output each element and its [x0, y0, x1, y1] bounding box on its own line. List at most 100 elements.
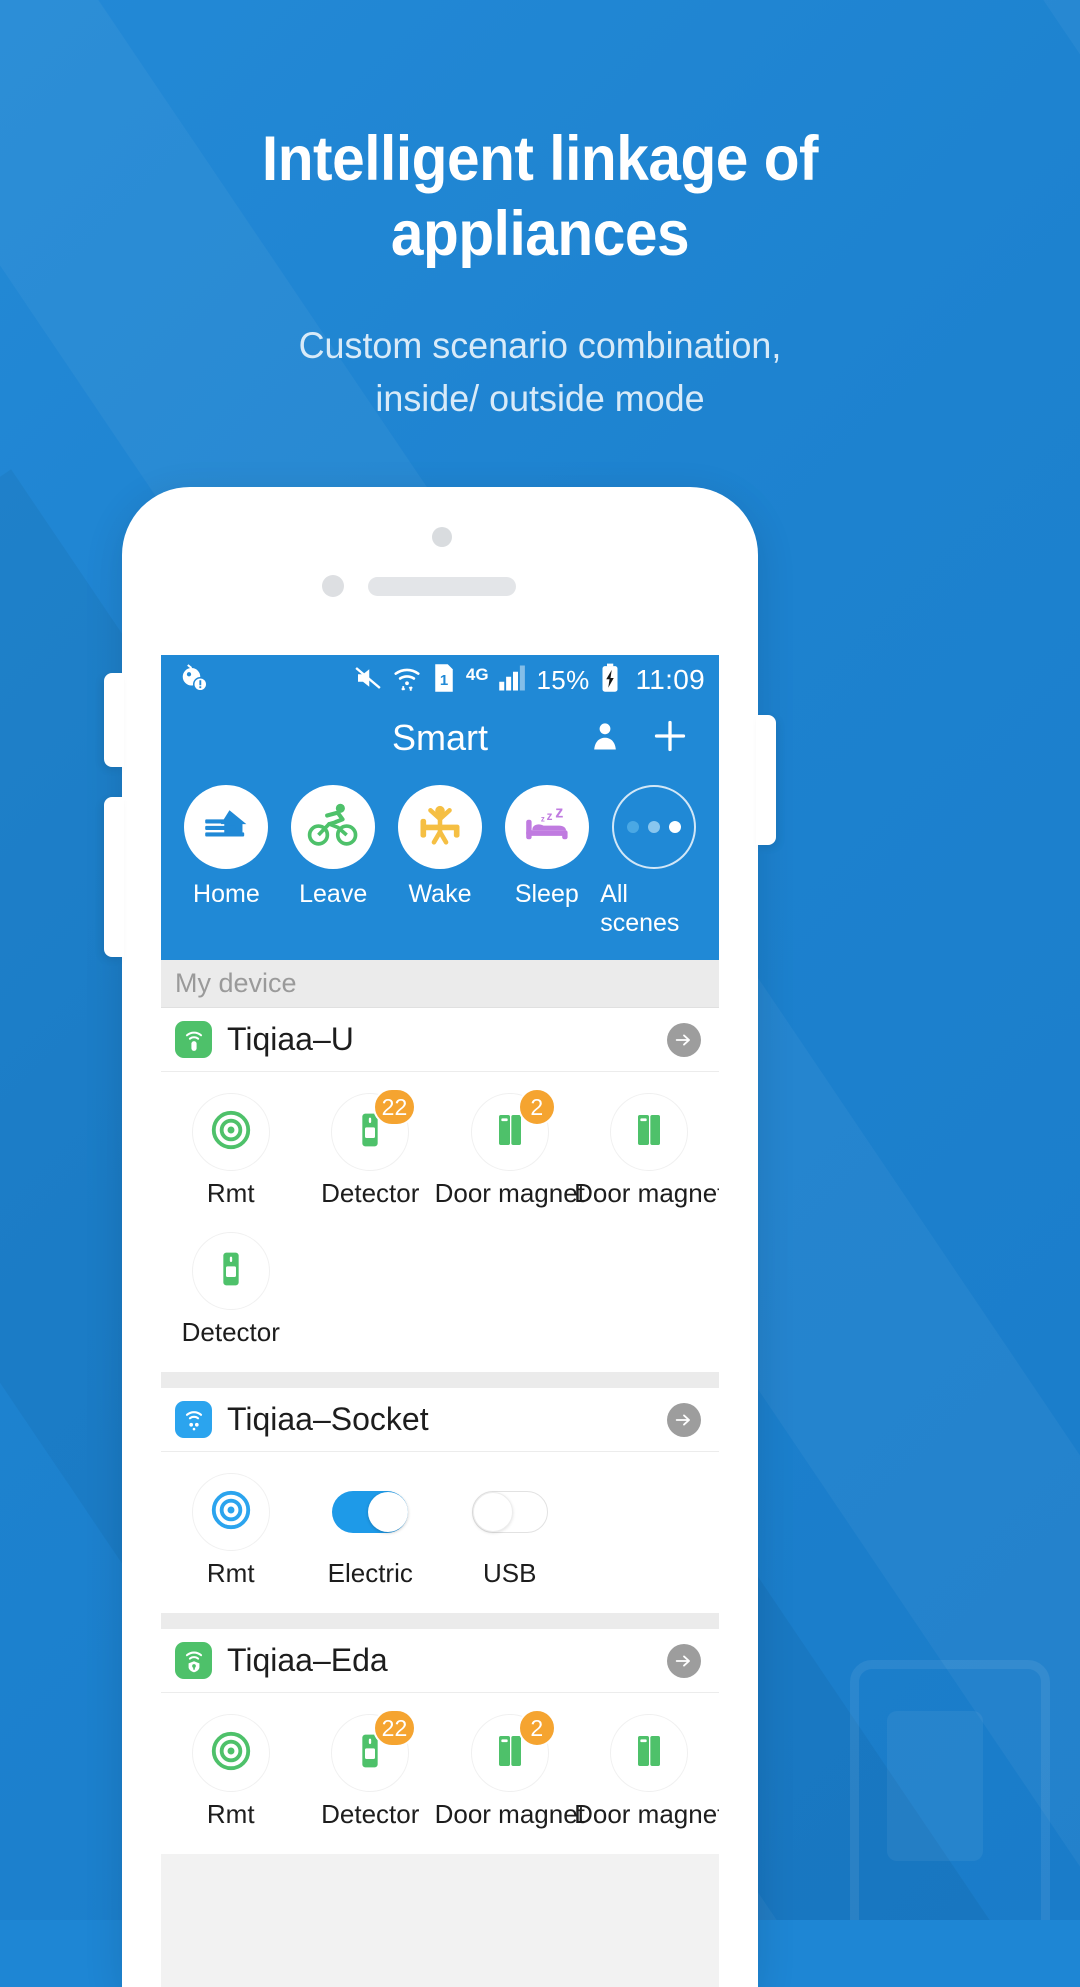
item-icon-wrapper [610, 1714, 689, 1792]
target-icon [209, 1729, 253, 1778]
device-item-door-magnet[interactable]: 2 Door magnet [435, 1705, 585, 1844]
scene-icon-wrapper [291, 785, 376, 869]
device-item-door-magnet[interactable]: 2 Door magnet [435, 1084, 585, 1223]
alarm-warning-icon [179, 663, 209, 698]
wifi-icon [392, 663, 422, 698]
scene-icon-wrapper [184, 785, 269, 869]
device-item-grid: Rmt 22 Detector 2 Door magnet Door magne… [161, 1693, 719, 1854]
scene-shortcut-bar: Home Leave Wake z z z Sleep All scenes [161, 771, 719, 960]
scene-item-all-scenes[interactable]: All scenes [600, 785, 707, 938]
section-header-my-device: My device [161, 960, 719, 1008]
scene-icon-wrapper [397, 785, 482, 869]
door-magnet-icon [629, 1731, 669, 1776]
section-divider [161, 1613, 719, 1629]
status-bar: 1 4G 15% 11:09 [161, 655, 719, 705]
battery-percent-label: 15% [536, 664, 590, 695]
device-item-detector[interactable]: 22 Detector [301, 1084, 441, 1223]
usb-toggle[interactable] [471, 1491, 548, 1533]
item-icon-wrapper: 2 [470, 1709, 556, 1792]
cyclist-icon [307, 799, 359, 856]
item-label: Detector [181, 1317, 280, 1347]
house-icon [200, 799, 252, 856]
status-bar-right-group: 1 4G 15% 11:09 [353, 663, 705, 698]
item-icon-wrapper: 22 [331, 1088, 417, 1171]
scene-icon-wrapper: z z z [504, 785, 589, 869]
arrow-right-icon[interactable] [667, 1402, 701, 1437]
proximity-sensor-icon [322, 575, 344, 597]
device-item-rmt[interactable]: Rmt [161, 1705, 301, 1844]
device-item-door-magnet[interactable]: Door magnet [574, 1084, 719, 1223]
socket-signal-icon [175, 1401, 212, 1438]
item-label: Rmt [206, 1558, 255, 1588]
electric-toggle[interactable] [332, 1491, 409, 1533]
more-dots-icon [626, 821, 681, 833]
device-item-detector[interactable]: Detector [161, 1223, 301, 1362]
device-header[interactable]: Tiqiaa–Socket [161, 1388, 719, 1452]
power-button [104, 797, 124, 957]
item-label: Rmt [206, 1799, 255, 1829]
item-badge: 2 [517, 1088, 556, 1126]
svg-text:1: 1 [440, 671, 448, 688]
phone-mockup: 1 4G 15% 11:09 Smart Home Leave Wake z z… [104, 487, 776, 1987]
item-icon-wrapper [191, 1232, 270, 1310]
shield-signal-icon [175, 1642, 212, 1679]
scene-label: Sleep [514, 880, 579, 908]
ghost-phone-graphic [850, 1660, 1050, 1920]
clock-label: 11:09 [635, 664, 705, 695]
item-label: Detector [321, 1178, 420, 1208]
device-item-grid: Rmt 22 Detector 2 Door magnet Door magne… [161, 1072, 719, 1372]
side-button-right [756, 715, 776, 845]
remote-signal-icon [175, 1021, 212, 1058]
app-bar-actions [587, 717, 719, 760]
device-item-grid: Rmt Electric USB [161, 1452, 719, 1613]
scene-item-home[interactable]: Home [173, 785, 280, 938]
scene-label: Home [193, 880, 260, 908]
arrow-right-icon[interactable] [667, 1643, 701, 1678]
signal-icon [498, 664, 528, 697]
device-header[interactable]: Tiqiaa–Eda [161, 1629, 719, 1693]
arrow-right-icon[interactable] [667, 1022, 701, 1057]
person-icon[interactable] [587, 718, 623, 759]
item-badge: 22 [372, 1088, 417, 1126]
device-item-detector[interactable]: 22 Detector [301, 1705, 441, 1844]
section-divider [161, 1372, 719, 1388]
device-item-rmt[interactable]: Rmt [161, 1464, 301, 1603]
device-item-usb[interactable]: USB [440, 1464, 580, 1603]
item-badge: 2 [517, 1709, 556, 1747]
device-item-placeholder [580, 1464, 720, 1603]
svg-text:z: z [546, 809, 552, 822]
device-item-rmt[interactable]: Rmt [161, 1084, 301, 1223]
scene-item-wake[interactable]: Wake [387, 785, 494, 938]
svg-text:z: z [541, 814, 545, 823]
item-label: Door magnet [434, 1178, 585, 1208]
item-icon-wrapper [331, 1473, 409, 1551]
device-item-electric[interactable]: Electric [301, 1464, 441, 1603]
device-card-tiqiaa-socket: Tiqiaa–Socket Rmt Electric USB [161, 1388, 719, 1613]
scene-label: Wake [408, 880, 472, 908]
app-bar: Smart [161, 705, 719, 771]
item-label: Electric [327, 1558, 413, 1588]
promo-headline: Intelligent linkage of appliances [38, 122, 1042, 272]
item-label: USB [483, 1558, 537, 1588]
wake-person-icon [414, 799, 466, 856]
phone-screen: 1 4G 15% 11:09 Smart Home Leave Wake z z… [161, 655, 719, 1987]
device-header[interactable]: Tiqiaa–U [161, 1008, 719, 1072]
scene-label: Leave [299, 880, 368, 908]
item-badge: 22 [372, 1709, 417, 1747]
toggle-knob [368, 1492, 409, 1532]
scene-item-leave[interactable]: Leave [280, 785, 387, 938]
promo-headline-line2: appliances [390, 198, 690, 269]
plus-icon[interactable] [651, 717, 689, 760]
item-icon-wrapper [610, 1093, 689, 1171]
item-label: Door magnet [434, 1799, 585, 1829]
network-type-label: 4G [465, 665, 489, 684]
device-item-door-magnet[interactable]: Door magnet [574, 1705, 719, 1844]
sim-1-icon: 1 [431, 663, 457, 698]
scene-icon-wrapper [611, 785, 696, 869]
item-icon-wrapper [191, 1473, 270, 1551]
promo-subheadline-line2: inside/ outside mode [375, 377, 705, 419]
scene-label: All scenes [600, 880, 680, 937]
promo-subheadline: Custom scenario combination, inside/ out… [16, 320, 1064, 425]
scene-item-sleep[interactable]: z z z Sleep [493, 785, 600, 938]
device-card-tiqiaa-eda: Tiqiaa–Eda Rmt 22 Detector 2 Door magnet… [161, 1629, 719, 1854]
